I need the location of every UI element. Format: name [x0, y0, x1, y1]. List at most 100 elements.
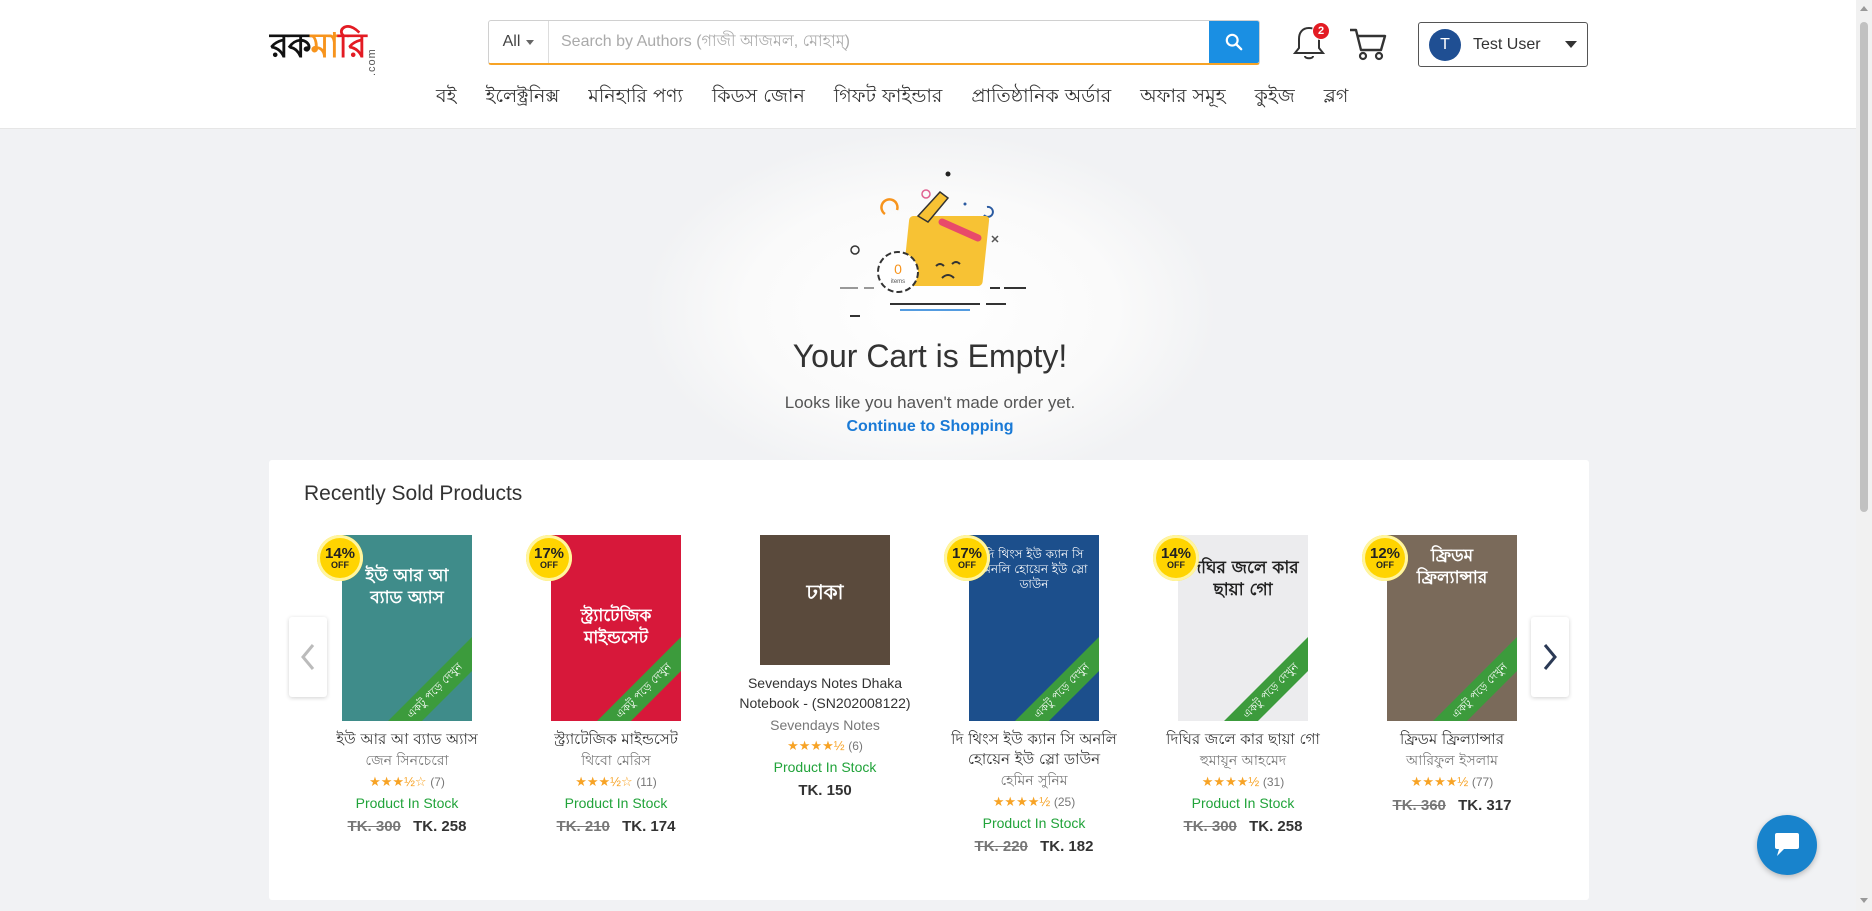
search-button[interactable] [1209, 21, 1259, 63]
scrollbar-thumb[interactable] [1860, 22, 1868, 512]
discount-percent: 12% [1369, 544, 1401, 562]
stock-status: Product In Stock [982, 815, 1086, 831]
product-name[interactable]: ফ্রিডম ফ্রিল্যান্সার [1352, 729, 1552, 749]
user-menu[interactable]: T Test User [1418, 22, 1588, 67]
empty-cart-count: 0 [894, 261, 902, 277]
empty-basket-icon: 0 items [840, 171, 1026, 317]
nav-item-offers[interactable]: অফার সমূহ [1140, 82, 1225, 114]
preview-ribbon[interactable]: একটু পড়ে দেখুন [380, 636, 472, 721]
nav-item-gift-finder[interactable]: গিফট ফাইন্ডার [834, 82, 943, 114]
product-price: TK. 150 [725, 782, 925, 799]
rating-stars: ★★★★½ [1410, 774, 1469, 789]
discount-off-label: OFF [331, 559, 349, 570]
stock-status: Product In Stock [1191, 795, 1295, 811]
site-logo[interactable]: রকমারি .com [270, 22, 382, 76]
live-chat-button[interactable] [1757, 815, 1817, 875]
old-price: TK. 300 [347, 818, 401, 835]
logo-part-1: রক [270, 26, 311, 66]
product-author[interactable]: আরিফুল ইসলাম [1352, 751, 1552, 771]
rating-stars: ★★★★½ [787, 738, 845, 753]
recently-sold-section: Recently Sold Products ইউ আর আ ব্যাড অ্য… [269, 460, 1589, 900]
product-name[interactable]: দি থিংস ইউ ক্যান সি অনলি হোয়েন ইউ স্লো … [934, 729, 1134, 769]
preview-ribbon[interactable]: একটু পড়ে দেখুন [1216, 636, 1308, 721]
product-card[interactable]: দি থিংস ইউ ক্যান সি অনলি হোয়েন ইউ স্লো … [934, 535, 1134, 855]
notifications-button[interactable]: 2 [1292, 22, 1330, 64]
search-category-label: All [502, 33, 521, 50]
nav-item-blog[interactable]: ব্লগ [1324, 82, 1349, 114]
scroll-up-arrow-icon[interactable] [1860, 6, 1868, 11]
cover-title: ফ্রিডম ফ্রিল্যান্সার [1416, 546, 1488, 588]
product-name[interactable]: Sevendays Notes Dhaka Notebook - (SN2020… [725, 673, 925, 713]
nav-item-books[interactable]: বই [436, 82, 456, 114]
logo-part-3: রি [338, 26, 366, 66]
logo-part-2: মা [310, 26, 340, 66]
product-rating: ★★★★½ (6) [725, 737, 925, 755]
current-price: TK. 150 [798, 782, 852, 799]
current-price: TK. 182 [1040, 838, 1094, 855]
nav-item-stationery[interactable]: মনিহারি পণ্য [588, 82, 683, 114]
empty-cart-title: Your Cart is Empty! [792, 338, 1068, 374]
scroll-down-arrow-icon[interactable] [1860, 898, 1868, 903]
product-rating: ★★★★½ (77) [1352, 773, 1552, 791]
search-bar: All [488, 20, 1260, 65]
product-author[interactable]: হুমায়ূন আহমেদ [1143, 751, 1343, 771]
cover-title: দিঘির জলে কার ছায়া গো [1187, 558, 1299, 600]
product-author[interactable]: জেন সিনচেরো [307, 751, 507, 771]
search-input[interactable] [549, 21, 1209, 63]
current-price: TK. 258 [413, 818, 467, 835]
product-card[interactable]: ইউ আর আ ব্যাড অ্যাস একটু পড়ে দেখুন 14% … [307, 535, 507, 835]
section-title: Recently Sold Products [304, 482, 523, 505]
preview-ribbon[interactable]: একটু পড়ে দেখুন [589, 636, 681, 721]
old-price: TK. 300 [1183, 818, 1237, 835]
search-category-select[interactable]: All [489, 21, 549, 63]
avatar: T [1429, 28, 1461, 61]
empty-cart-subtitle: Looks like you haven't made order yet. [784, 393, 1076, 412]
preview-ribbon[interactable]: একটু পড়ে দেখুন [1425, 636, 1517, 721]
discount-off-label: OFF [1167, 559, 1185, 570]
cover-title: স্ট্র্যাটেজিক মাইন্ডসেট [580, 606, 652, 648]
discount-percent: 17% [533, 544, 565, 562]
product-card[interactable]: স্ট্র্যাটেজিক মাইন্ডসেট একটু পড়ে দেখুন … [516, 535, 716, 835]
page-scrollbar[interactable] [1856, 0, 1872, 911]
current-price: TK. 174 [622, 818, 676, 835]
cart-button[interactable] [1348, 26, 1388, 62]
rating-stars: ★★★★½ [1201, 774, 1260, 789]
product-card[interactable]: ফ্রিডম ফ্রিল্যান্সার একটু পড়ে দেখুন 12%… [1352, 535, 1552, 814]
preview-ribbon[interactable]: একটু পড়ে দেখুন [1007, 636, 1099, 721]
cover-title: দি থিংস ইউ ক্যান সি অনলি হোয়েন ইউ স্লো … [980, 547, 1088, 591]
nav-item-kids-zone[interactable]: কিডস জোন [712, 82, 805, 114]
discount-off-label: OFF [1376, 559, 1394, 570]
product-rating: ★★★½☆ (11) [516, 773, 716, 791]
product-cover[interactable]: ঢাকা [760, 535, 890, 665]
discount-badge: 17% OFF [944, 535, 990, 581]
product-name[interactable]: ইউ আর আ ব্যাড অ্যাস [307, 729, 507, 749]
rating-count: (7) [430, 775, 445, 789]
cover-title: ইউ আর আ ব্যাড অ্যাস [365, 566, 449, 608]
product-card[interactable]: ঢাকা Sevendays Notes Dhaka Notebook - (S… [725, 535, 925, 799]
site-header: রকমারি .com All 2 T Test U [0, 0, 1856, 129]
stock-status: Product In Stock [355, 795, 459, 811]
nav-item-electronics[interactable]: ইলেক্ট্রনিক্স [485, 82, 559, 114]
product-author[interactable]: Sevendays Notes [725, 715, 925, 735]
nav-item-quiz[interactable]: কুইজ [1255, 82, 1295, 114]
product-rating: ★★★★½ (25) [934, 793, 1134, 811]
stock-status: Product In Stock [564, 795, 668, 811]
product-name[interactable]: দিঘির জলে কার ছায়া গো [1143, 729, 1343, 749]
stock-status: Product In Stock [773, 759, 877, 775]
product-author[interactable]: হেমিন সুনিম [934, 771, 1134, 791]
cart-icon [1350, 28, 1387, 61]
continue-shopping-link[interactable]: Continue to Shopping [700, 418, 1160, 436]
product-price: TK. 220 TK. 182 [934, 838, 1134, 855]
discount-badge: 14% OFF [1153, 535, 1199, 581]
product-card[interactable]: দিঘির জলে কার ছায়া গো একটু পড়ে দেখুন 1… [1143, 535, 1343, 835]
rating-count: (77) [1471, 775, 1494, 789]
discount-badge: 12% OFF [1362, 535, 1408, 581]
discount-off-label: OFF [958, 559, 976, 570]
discount-badge: 14% OFF [317, 535, 363, 581]
product-rating: ★★★½☆ (7) [307, 773, 507, 791]
cover-title: ঢাকা [806, 580, 844, 604]
product-author[interactable]: থিবো মেরিস [516, 751, 716, 771]
discount-percent: 17% [951, 544, 983, 562]
product-name[interactable]: স্ট্র্যাটেজিক মাইন্ডসেট [516, 729, 716, 749]
nav-item-corporate-order[interactable]: প্রাতিষ্ঠানিক অর্ডার [971, 82, 1111, 114]
